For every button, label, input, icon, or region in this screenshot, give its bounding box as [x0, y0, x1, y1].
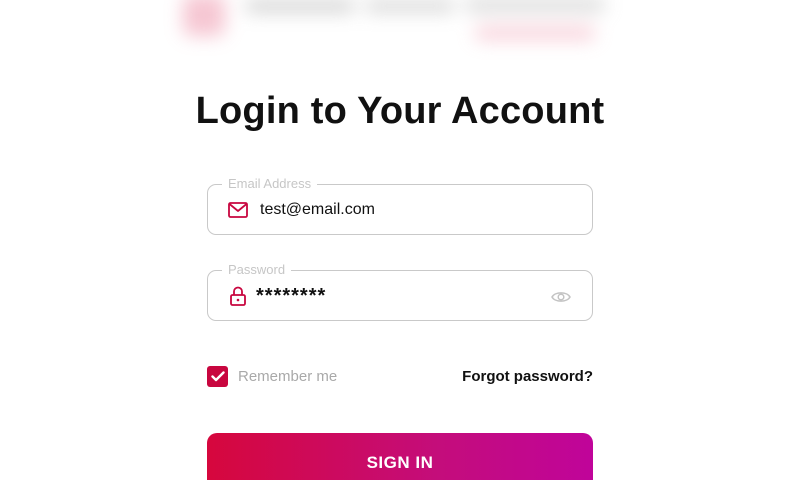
- blurred-nav-item: [465, 0, 605, 12]
- blurred-nav-item: [365, 0, 455, 12]
- remember-me-checkbox[interactable]: [207, 365, 228, 387]
- email-field-label: Email Address: [222, 176, 318, 191]
- page-title: Login to Your Account: [195, 90, 605, 132]
- password-field-label: Password: [222, 262, 292, 277]
- blurred-accent-bar: [475, 26, 595, 40]
- login-page: Login to Your Account Email Address Pass…: [0, 0, 800, 480]
- email-field[interactable]: Email Address: [207, 176, 593, 235]
- sign-in-button[interactable]: SIGN IN: [207, 433, 593, 480]
- eye-icon[interactable]: [550, 286, 572, 308]
- blurred-nav-item: [245, 0, 355, 12]
- remember-me-toggle[interactable]: Remember me: [207, 365, 337, 387]
- sign-in-label: SIGN IN: [366, 453, 434, 472]
- email-input[interactable]: [260, 193, 540, 227]
- blurred-header: [165, 0, 635, 52]
- forgot-password-link[interactable]: Forgot password?: [462, 368, 593, 385]
- checkmark-icon: [210, 370, 225, 381]
- remember-me-label: Remember me: [238, 367, 338, 385]
- mail-icon: [227, 199, 249, 221]
- password-field[interactable]: Password: [207, 262, 593, 321]
- password-input[interactable]: [256, 279, 536, 313]
- blurred-logo: [183, 0, 225, 36]
- lock-icon: [227, 285, 249, 307]
